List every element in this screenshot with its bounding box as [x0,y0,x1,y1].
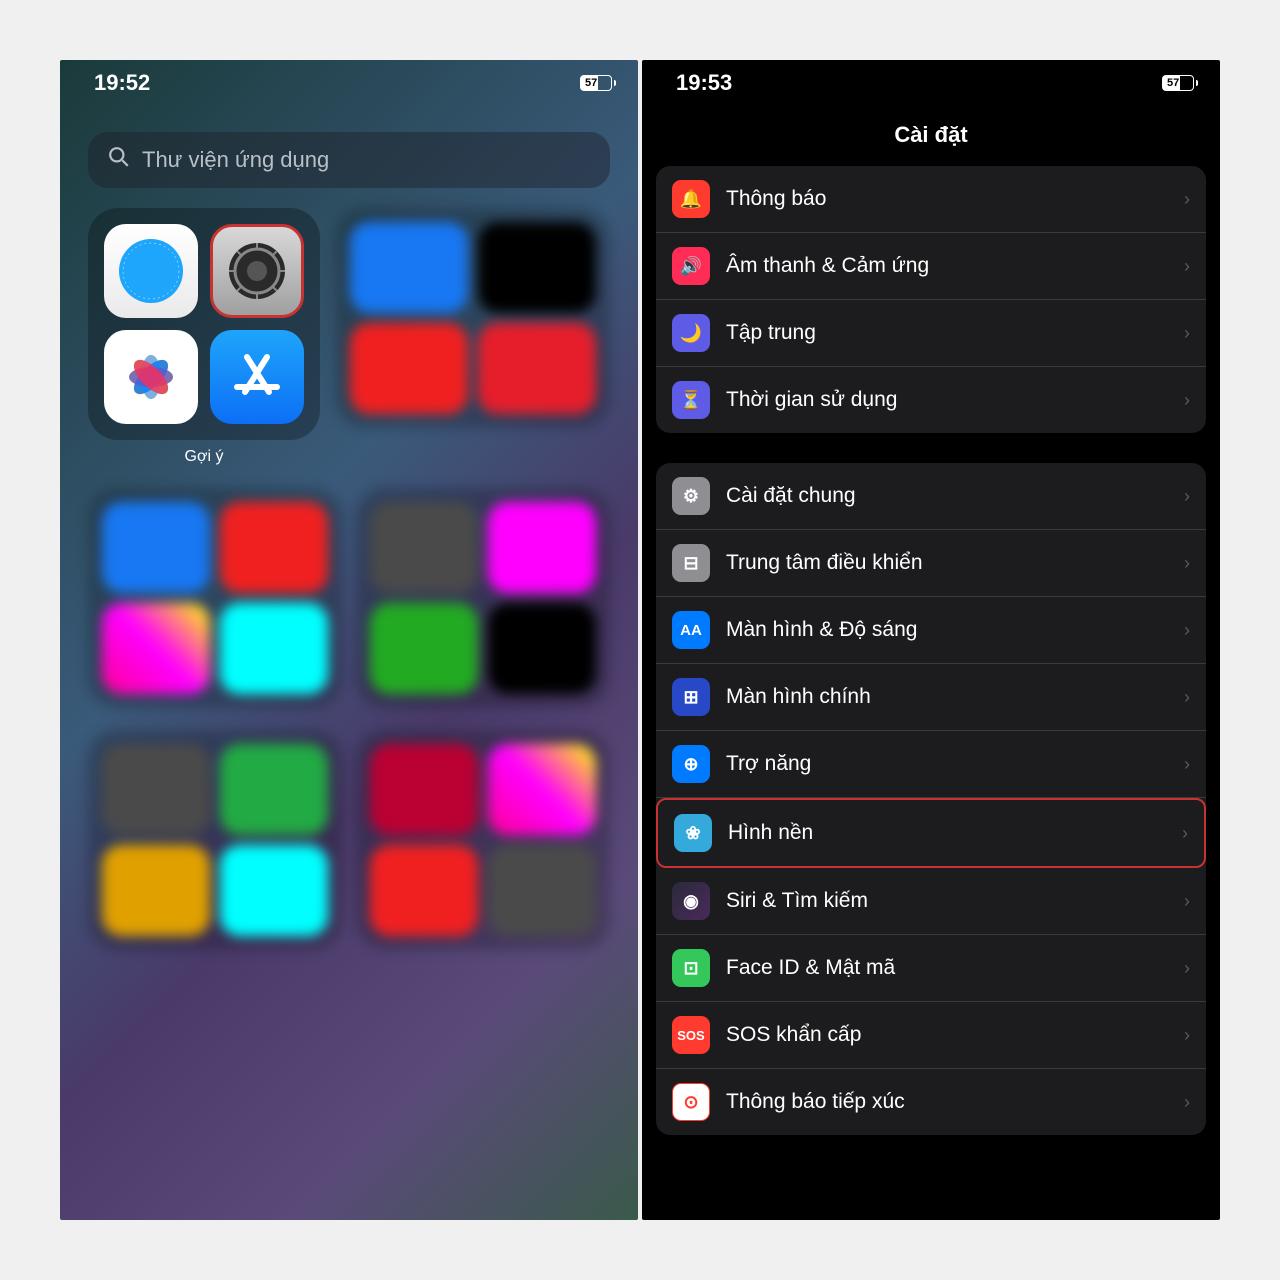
status-bar: 19:52 57 [60,60,638,102]
row-label: Face ID & Mật mã [726,956,1184,980]
settings-wallpaper[interactable]: ❀ Hình nền› [656,798,1206,868]
row-label: Tập trung [726,321,1184,345]
search-icon [108,146,130,174]
chevron-right-icon: › [1184,687,1190,708]
settings-control-center[interactable]: ⊟ Trung tâm điều khiển› [656,530,1206,597]
chevron-right-icon: › [1184,754,1190,775]
search-placeholder: Thư viện ứng dụng [142,147,329,173]
chevron-right-icon: › [1184,553,1190,574]
row-label: Trợ năng [726,752,1184,776]
notif-icon: 🔔 [672,180,710,218]
chevron-right-icon: › [1184,256,1190,277]
general-icon: ⚙ [672,477,710,515]
row-label: Siri & Tìm kiếm [726,889,1184,913]
sos-icon: SOS [672,1016,710,1054]
status-bar: 19:53 57 [642,60,1220,102]
wallpaper-icon: ❀ [674,814,712,852]
settings-screen-time[interactable]: ⏳ Thời gian sử dụng› [656,367,1206,433]
row-label: Trung tâm điều khiển [726,551,1184,575]
chevron-right-icon: › [1184,1025,1190,1046]
settings-accessibility[interactable]: ⊕ Trợ năng› [656,731,1206,798]
settings-screen: 19:53 57 Cài đặt 🔔Thông báo›🔊Âm thanh & … [642,60,1220,1220]
status-time: 19:53 [676,70,732,96]
blurred-folder[interactable] [356,488,610,708]
blurred-folder[interactable] [356,730,610,950]
page-title: Cài đặt [642,122,1220,148]
suggestions-folder[interactable] [88,208,320,440]
row-label: Thông báo tiếp xúc [726,1090,1184,1114]
app-settings[interactable] [210,224,304,318]
settings-home-screen[interactable]: ⊞ Màn hình chính› [656,664,1206,731]
row-label: Cài đặt chung [726,484,1184,508]
app-appstore[interactable] [210,330,304,424]
app-photos[interactable] [104,330,198,424]
settings-siri-search[interactable]: ◉ Siri & Tìm kiếm› [656,868,1206,935]
chevron-right-icon: › [1184,891,1190,912]
row-label: Hình nền [728,821,1182,845]
settings-notifications[interactable]: 🔔 Thông báo› [656,166,1206,233]
faceid-icon: ⊡ [672,949,710,987]
display-icon: AA [672,611,710,649]
focus-icon: 🌙 [672,314,710,352]
exposure-icon: ⊙ [672,1083,710,1121]
app-library-search[interactable]: Thư viện ứng dụng [88,132,610,188]
blurred-folder[interactable] [88,488,342,708]
settings-group-1: 🔔Thông báo›🔊Âm thanh & Cảm ứng›🌙Tập trun… [656,166,1206,433]
row-label: Màn hình chính [726,685,1184,709]
settings-focus[interactable]: 🌙 Tập trung› [656,300,1206,367]
status-time: 19:52 [94,70,150,96]
chevron-right-icon: › [1184,620,1190,641]
app-safari[interactable] [104,224,198,318]
settings-general[interactable]: ⚙ Cài đặt chung› [656,463,1206,530]
row-label: Thời gian sử dụng [726,388,1184,412]
settings-group-2: ⚙Cài đặt chung›⊟Trung tâm điều khiển›AAM… [656,463,1206,1135]
chevron-right-icon: › [1184,189,1190,210]
siri-icon: ◉ [672,882,710,920]
chevron-right-icon: › [1184,958,1190,979]
time-icon: ⏳ [672,381,710,419]
blurred-folder[interactable] [336,208,610,428]
battery-indicator: 57 [1162,75,1198,91]
chevron-right-icon: › [1184,390,1190,411]
control-icon: ⊟ [672,544,710,582]
status-indicators: 57 [1150,70,1198,96]
status-indicators: 57 [568,70,616,96]
sound-icon: 🔊 [672,247,710,285]
row-label: Thông báo [726,187,1184,211]
blurred-folder[interactable] [88,730,342,950]
settings-faceid-passcode[interactable]: ⊡ Face ID & Mật mã› [656,935,1206,1002]
chevron-right-icon: › [1184,323,1190,344]
settings-emergency-sos[interactable]: SOS SOS khẩn cấp› [656,1002,1206,1069]
access-icon: ⊕ [672,745,710,783]
chevron-right-icon: › [1182,823,1188,844]
settings-display-brightness[interactable]: AA Màn hình & Độ sáng› [656,597,1206,664]
battery-indicator: 57 [580,75,616,91]
row-label: SOS khẩn cấp [726,1023,1184,1047]
chevron-right-icon: › [1184,1092,1190,1113]
home-icon: ⊞ [672,678,710,716]
settings-exposure-notification[interactable]: ⊙ Thông báo tiếp xúc› [656,1069,1206,1135]
row-label: Màn hình & Độ sáng [726,618,1184,642]
settings-sound-haptics[interactable]: 🔊 Âm thanh & Cảm ứng› [656,233,1206,300]
folder-label: Gợi ý [88,448,320,466]
app-library-screen: 19:52 57 Thư viện ứng dụng [60,60,638,1220]
chevron-right-icon: › [1184,486,1190,507]
row-label: Âm thanh & Cảm ứng [726,254,1184,278]
